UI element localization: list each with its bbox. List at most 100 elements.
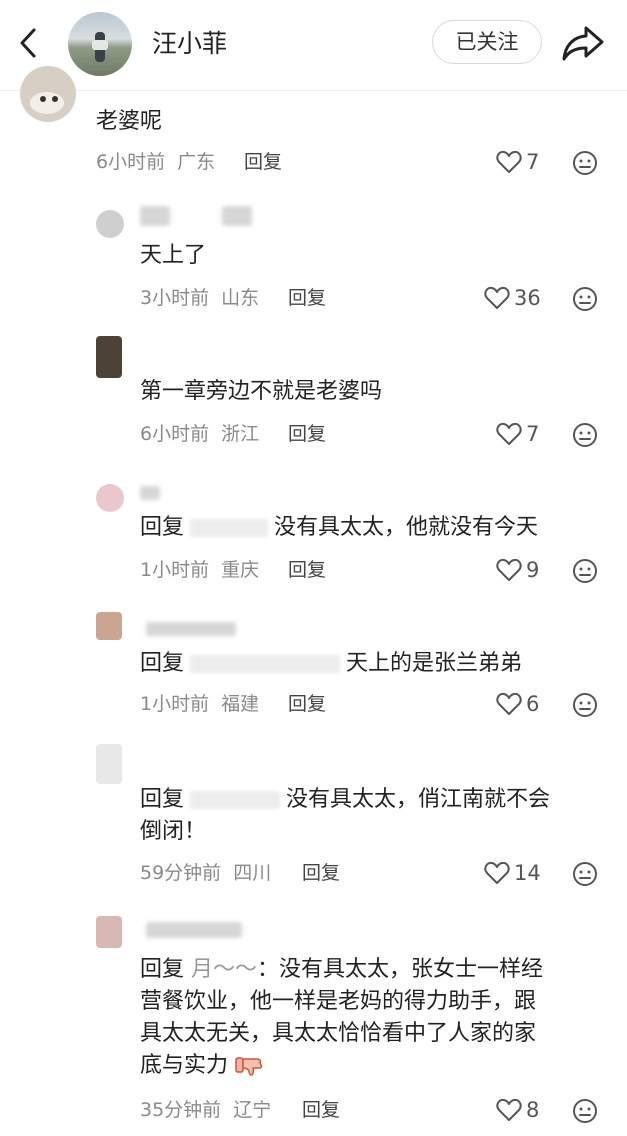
username-masked: [146, 922, 242, 938]
reply-prefix: 回复: [140, 515, 185, 540]
like-count: 9: [526, 558, 540, 582]
heart-icon: [496, 558, 522, 581]
smiley-icon: [573, 287, 597, 311]
reply-button[interactable]: 回复: [302, 859, 340, 887]
comment-body: 没有具太太，俏江南就不会: [286, 787, 551, 812]
avatar[interactable]: [96, 484, 124, 512]
comment-location: 辽宁: [233, 1099, 272, 1121]
reply-prefix: 回复: [140, 787, 185, 812]
emoji-reaction-button[interactable]: [572, 150, 598, 176]
comment-text: 回复 月～～：没有具太太，张女士一样经: [140, 957, 544, 982]
emoji-reaction-button[interactable]: [572, 861, 598, 887]
username-masked: [190, 655, 341, 673]
heart-icon: [496, 692, 522, 715]
like-button[interactable]: 7: [496, 148, 539, 176]
like-count: 36: [514, 286, 541, 310]
smiley-icon: [573, 151, 597, 175]
avatar[interactable]: [96, 612, 122, 640]
reply-button[interactable]: 回复: [244, 148, 282, 176]
heart-icon: [484, 286, 510, 309]
page-title[interactable]: 汪小菲: [152, 24, 227, 64]
emoji-reaction-button[interactable]: [572, 1098, 598, 1124]
comment-text-line3: 具太太无关，具太太恰恰看中了人家的家: [140, 1021, 537, 1046]
emoji-reaction-button[interactable]: [572, 692, 598, 718]
comment-text-line2: 营餐饮业，他一样是老妈的得力助手，跟: [140, 989, 537, 1014]
comment-location: 山东: [221, 287, 260, 309]
like-count: 14: [514, 861, 541, 885]
username-masked: [140, 206, 170, 226]
comment-body: 天上的是张兰弟弟: [346, 651, 523, 676]
comment-text: 天上了: [140, 243, 207, 268]
heart-icon: [484, 861, 510, 884]
like-count: 7: [526, 422, 540, 446]
comment-meta: 35分钟前 辽宁: [140, 1096, 271, 1124]
comment-text-line4: 底与实力: [140, 1050, 265, 1082]
reply-prefix: 回复: [140, 651, 185, 676]
emoji-reaction-button[interactable]: [572, 422, 598, 448]
emoji-reaction-button[interactable]: [572, 286, 598, 312]
reply-button[interactable]: 回复: [288, 420, 326, 448]
comment-location: 福建: [221, 693, 260, 715]
top-bar: 汪小菲 已关注: [0, 0, 627, 91]
comment-body: 没有具太太，张女士一样经: [279, 957, 544, 982]
username-masked: [190, 519, 269, 537]
comment-text-line2: 倒闭！: [140, 819, 207, 844]
avatar[interactable]: [96, 336, 122, 378]
reply-target[interactable]: 月～～: [191, 957, 257, 982]
avatar[interactable]: [20, 66, 76, 122]
comment-time: 35分钟前: [140, 1099, 222, 1121]
comment-location: 广东: [177, 151, 216, 173]
reply-button[interactable]: 回复: [288, 690, 326, 718]
comment-meta: 3小时前 山东: [140, 284, 259, 312]
comment-location: 重庆: [221, 559, 260, 581]
comment-meta: 59分钟前 四川: [140, 859, 271, 887]
comment-body: 底与实力: [140, 1053, 229, 1078]
avatar[interactable]: [96, 744, 122, 784]
back-button[interactable]: [14, 26, 44, 60]
smiley-icon: [573, 1099, 597, 1123]
comment-time: 1小时前: [140, 693, 210, 715]
avatar[interactable]: [68, 12, 132, 76]
like-button[interactable]: 36: [484, 284, 541, 312]
reply-button[interactable]: 回复: [288, 556, 326, 584]
username-masked: [222, 206, 252, 226]
comment-meta: 6小时前 浙江: [140, 420, 259, 448]
emoji-reaction-button[interactable]: [572, 558, 598, 584]
like-count: 6: [526, 692, 540, 716]
like-button[interactable]: 9: [496, 556, 539, 584]
comment-time: 6小时前: [96, 151, 166, 173]
avatar[interactable]: [96, 210, 124, 238]
reply-button[interactable]: 回复: [302, 1096, 340, 1124]
smiley-icon: [573, 693, 597, 717]
share-button[interactable]: [560, 22, 606, 64]
comment-time: 1小时前: [140, 559, 210, 581]
comment-time: 59分钟前: [140, 862, 222, 884]
comment-text: 回复 没有具太太，他就没有今天: [140, 512, 538, 544]
share-icon: [562, 26, 604, 61]
comment-body: 没有具太太，他就没有今天: [274, 515, 539, 540]
like-button[interactable]: 8: [496, 1096, 539, 1124]
like-button[interactable]: 14: [484, 859, 541, 887]
username-masked: [140, 486, 160, 500]
comment-meta: 1小时前 重庆: [140, 556, 259, 584]
heart-icon: [496, 150, 522, 173]
reply-button[interactable]: 回复: [288, 284, 326, 312]
follow-button[interactable]: 已关注: [432, 20, 542, 64]
like-count: 7: [526, 150, 540, 174]
smiley-icon: [573, 423, 597, 447]
comment-time: 6小时前: [140, 423, 210, 445]
comment-meta: 6小时前 广东: [96, 148, 215, 176]
smiley-icon: [573, 862, 597, 886]
comment-meta: 1小时前 福建: [140, 690, 259, 718]
comment-text: 回复 没有具太太，俏江南就不会: [140, 784, 550, 816]
username-masked: [146, 622, 236, 636]
avatar[interactable]: [96, 916, 122, 948]
chevron-left-icon: [20, 28, 36, 58]
smiley-icon: [573, 559, 597, 583]
comment-text: 老婆呢: [96, 109, 163, 134]
comment-location: 四川: [233, 862, 272, 884]
like-button[interactable]: 6: [496, 690, 539, 718]
like-button[interactable]: 7: [496, 420, 539, 448]
heart-icon: [496, 1098, 522, 1121]
comment-time: 3小时前: [140, 287, 210, 309]
